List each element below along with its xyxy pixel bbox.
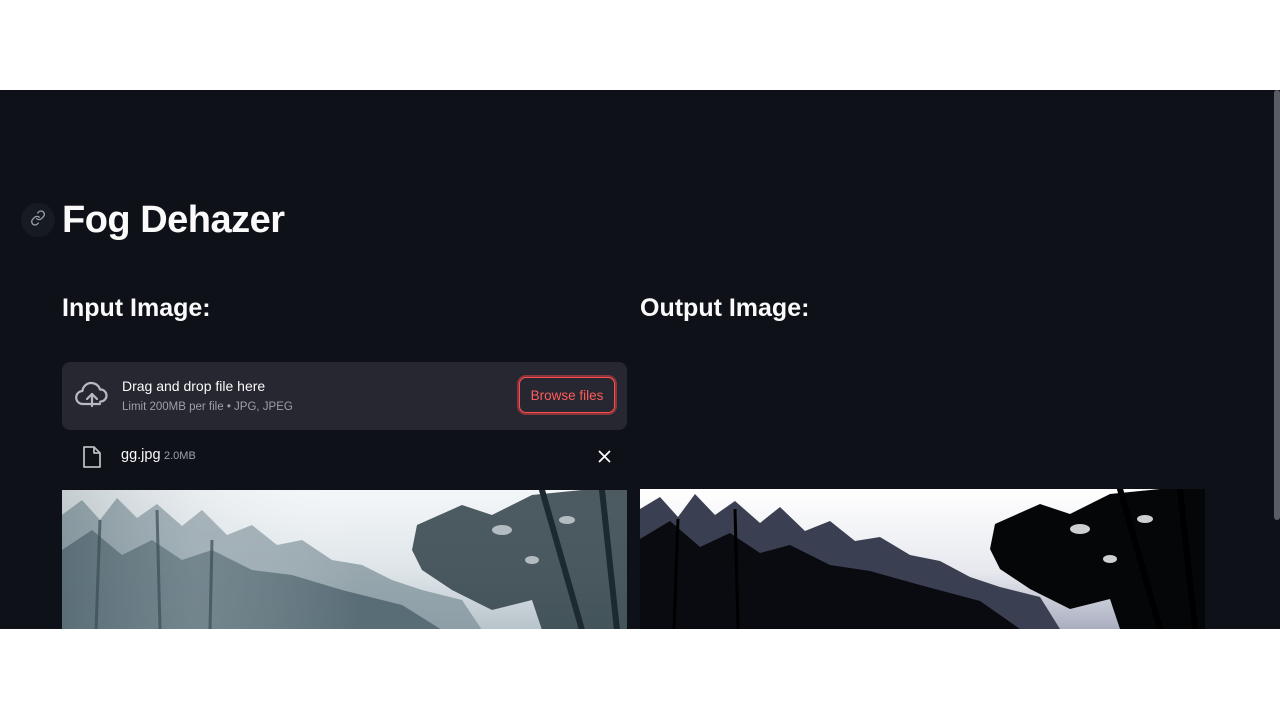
dropzone-limit-text: Limit 200MB per file • JPG, JPEG bbox=[122, 401, 293, 413]
scrollbar[interactable] bbox=[1274, 90, 1280, 520]
input-image bbox=[62, 490, 627, 629]
dropzone-instructions: Drag and drop file here bbox=[122, 378, 266, 394]
uploaded-file-size: 2.0MB bbox=[164, 450, 196, 462]
cloud-upload-icon bbox=[75, 380, 109, 415]
output-image-heading: Output Image: bbox=[640, 294, 810, 322]
page-title: Fog Dehazer bbox=[62, 199, 285, 241]
link-icon bbox=[30, 209, 46, 231]
app-main: Fog Dehazer Input Image: Output Image: D… bbox=[0, 90, 1280, 629]
file-icon bbox=[82, 445, 102, 474]
file-dropzone[interactable]: Drag and drop file here Limit 200MB per … bbox=[62, 362, 627, 430]
input-image-heading: Input Image: bbox=[62, 294, 211, 322]
browse-files-button[interactable]: Browse files bbox=[519, 377, 615, 413]
output-image bbox=[640, 489, 1205, 629]
heading-anchor-link[interactable] bbox=[21, 203, 55, 237]
uploaded-file-name: gg.jpg bbox=[121, 447, 161, 463]
close-icon[interactable] bbox=[596, 448, 612, 464]
